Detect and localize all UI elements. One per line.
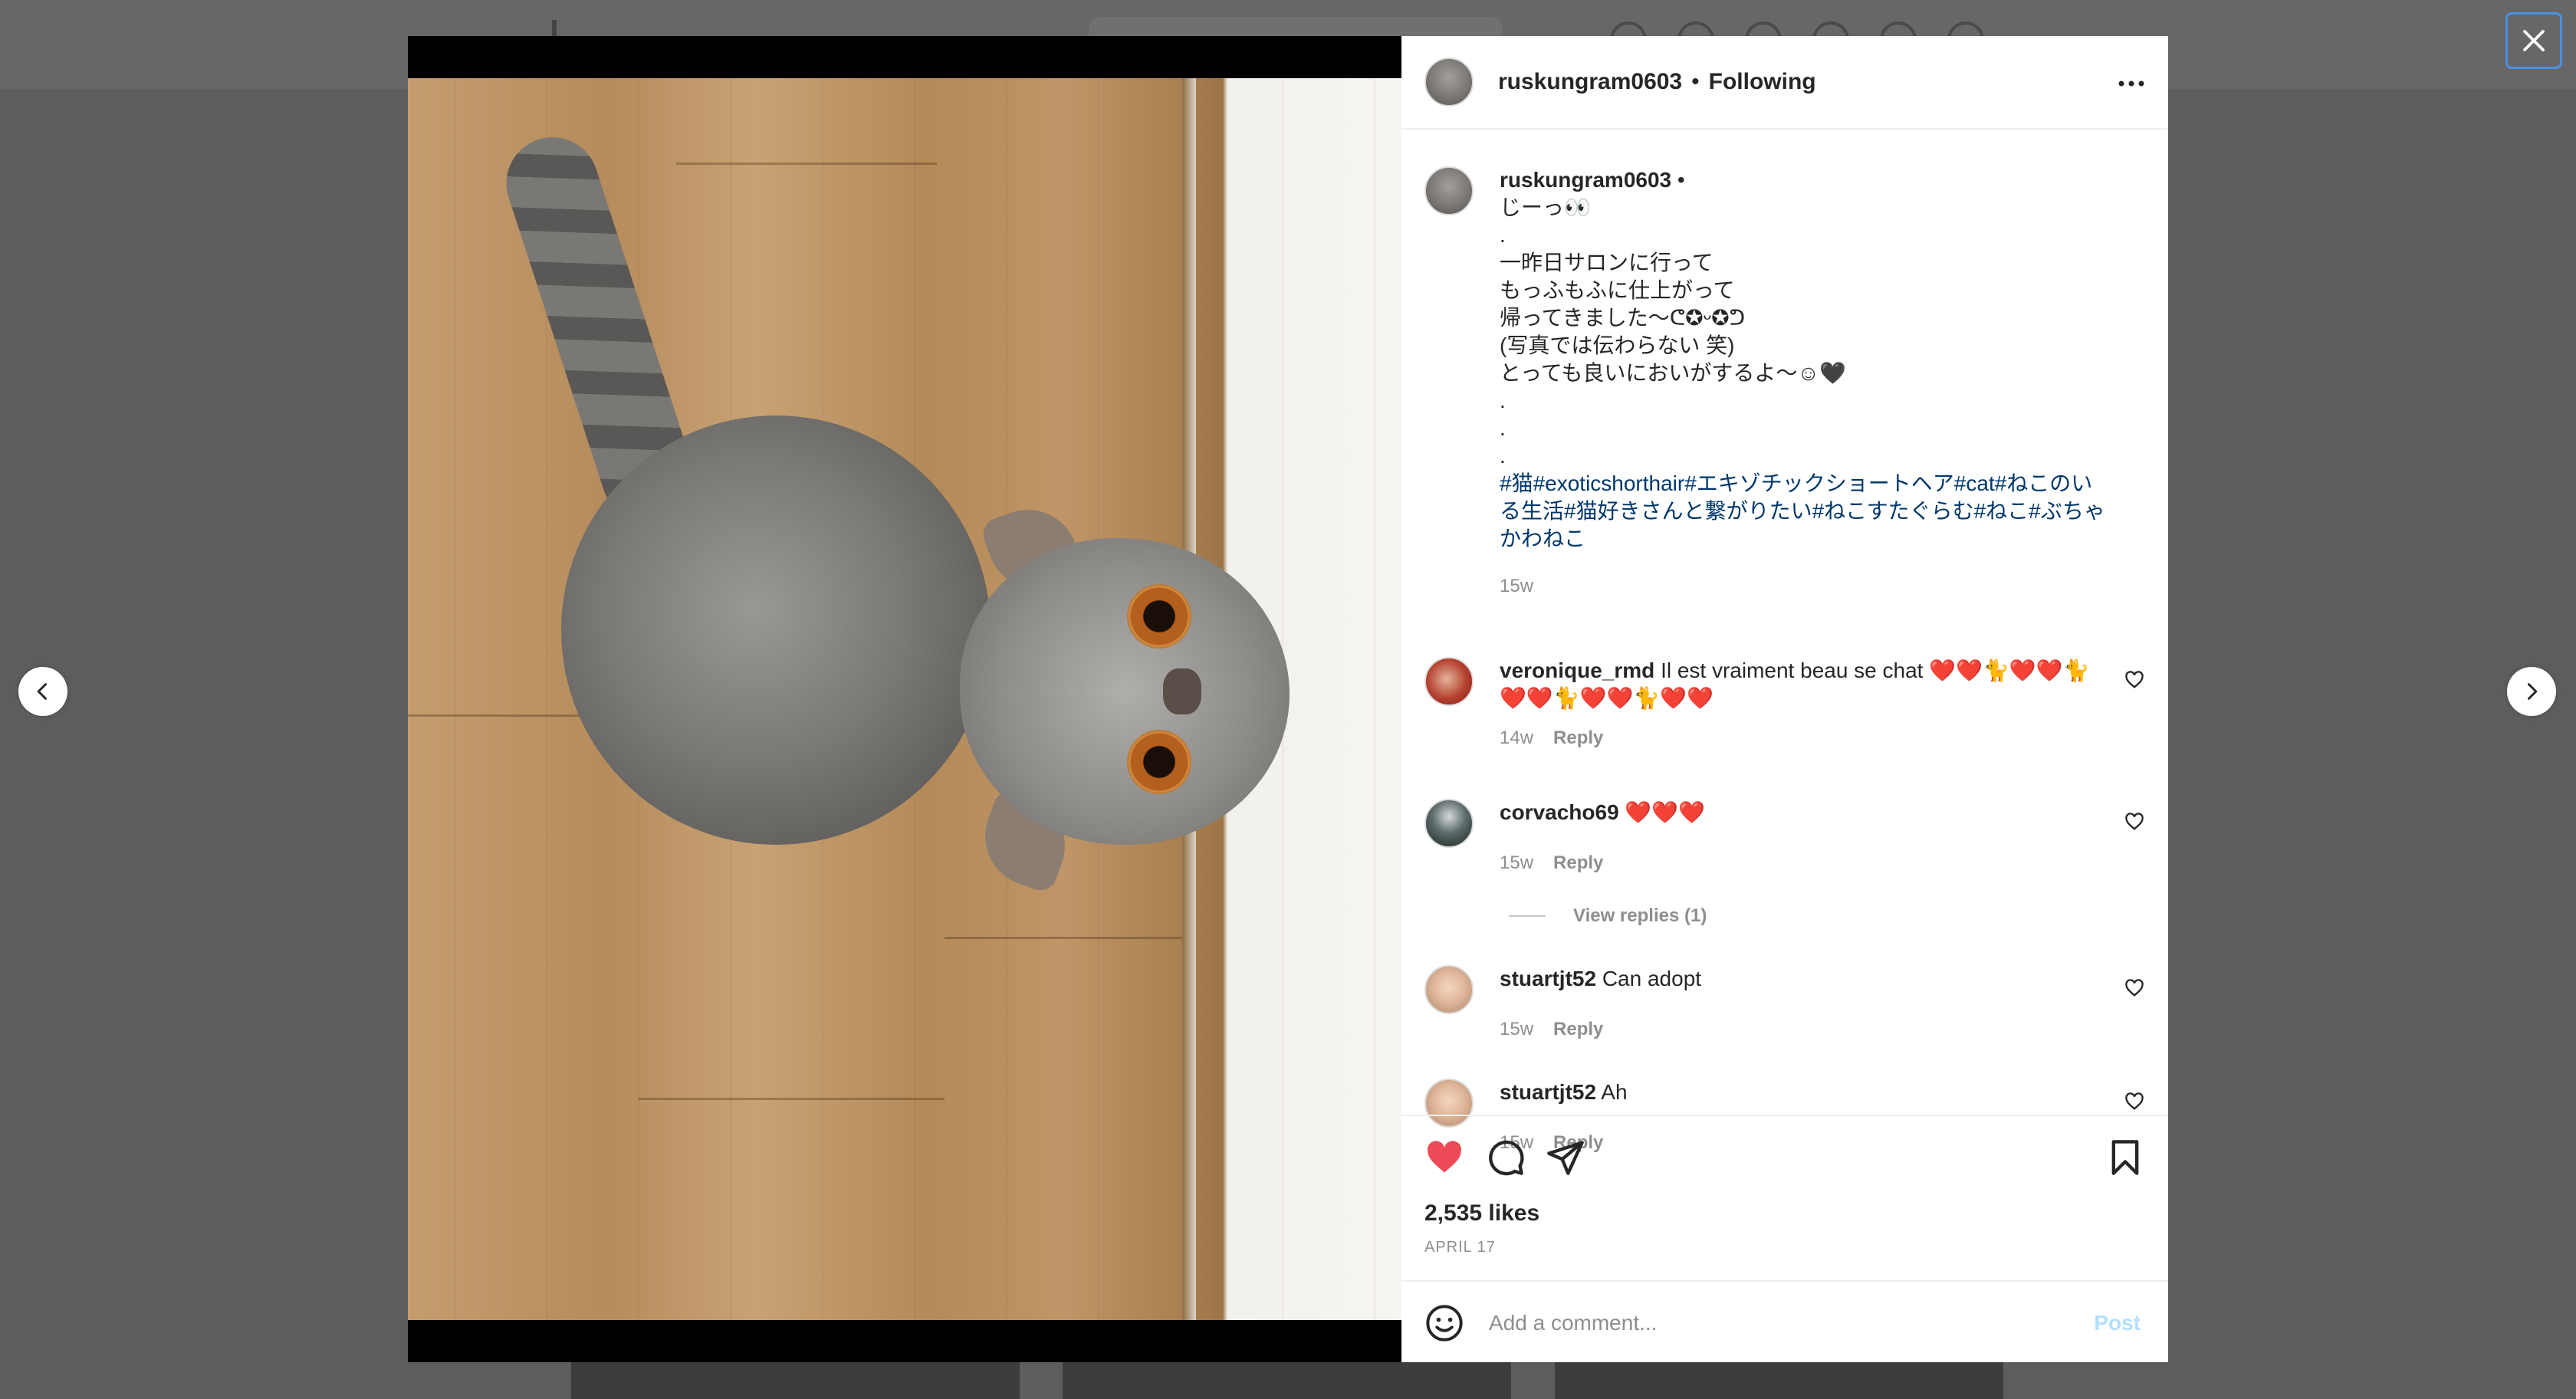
caption-line: .: [1500, 444, 1506, 468]
author-avatar[interactable]: [1424, 57, 1474, 107]
caption-username[interactable]: ruskungram0603: [1500, 168, 1671, 192]
comment-time: 15w: [1500, 852, 1534, 873]
likes-count[interactable]: 2,535 likes: [1424, 1200, 1539, 1227]
emoji-icon[interactable]: [1424, 1303, 1464, 1343]
like-comment-icon[interactable]: [2124, 811, 2145, 833]
share-icon[interactable]: [1546, 1138, 1585, 1177]
commenter-avatar[interactable]: [1424, 657, 1474, 706]
close-button[interactable]: [2505, 12, 2562, 69]
bookmark-icon[interactable]: [2105, 1138, 2145, 1177]
comment-time: 14w: [1500, 727, 1534, 748]
background-thumbnail: [1063, 1361, 1511, 1399]
post-sidebar: ruskungram0603 • Following ruskungram060…: [1401, 36, 2168, 1362]
view-replies-label: View replies (1): [1573, 905, 1707, 926]
commenter-username[interactable]: stuartjt52: [1500, 1080, 1596, 1104]
previous-post-button[interactable]: [18, 667, 67, 716]
like-comment-icon[interactable]: [2124, 669, 2145, 691]
author-username[interactable]: ruskungram0603: [1498, 69, 1682, 95]
commenter-avatar[interactable]: [1424, 965, 1474, 1014]
caption-line: とっても良いにおいがするよ〜☺︎🖤: [1500, 361, 1846, 385]
close-icon: [2523, 30, 2545, 51]
comment-input[interactable]: [1487, 1309, 2027, 1336]
caption-line: もっふもふに仕上がって: [1500, 278, 1735, 302]
caption-hashtags[interactable]: #猫#exoticshorthair#エキゾチックショートヘア#cat#ねこのい…: [1500, 470, 2113, 553]
caption-text: じーっ👀 . 一昨日サロンに行って もっふもふに仕上がって 帰ってきました〜ᕦ✪…: [1500, 194, 2113, 470]
background-thumbnail: [571, 1361, 1020, 1399]
more-icon: [2118, 80, 2144, 87]
view-replies-line: [1509, 915, 1546, 917]
following-button[interactable]: Following: [1709, 69, 1816, 95]
more-options-button[interactable]: [2118, 70, 2145, 97]
comments-list[interactable]: ruskungram0603 • じーっ👀 . 一昨日サロンに行って もっふもふ…: [1401, 128, 2168, 1153]
caption-line: 帰ってきました〜ᕦ✪ᵕ✪ᕤ: [1500, 306, 1746, 330]
caption-line: .: [1500, 223, 1506, 247]
view-replies-button[interactable]: View replies (1): [1509, 905, 1707, 927]
commenter-username[interactable]: stuartjt52: [1500, 967, 1596, 990]
heart-filled-icon[interactable]: [1424, 1138, 1464, 1177]
background-thumbnail: [1555, 1361, 2003, 1399]
commenter-username[interactable]: veronique_rmd: [1500, 658, 1654, 682]
like-comment-icon[interactable]: [2124, 1091, 2145, 1112]
caption-separator: •: [1677, 168, 1685, 192]
add-comment-bar: Post: [1401, 1280, 2168, 1364]
reply-button[interactable]: Reply: [1553, 1019, 1603, 1039]
post-modal: ruskungram0603 • Following ruskungram060…: [408, 36, 2168, 1362]
next-post-button[interactable]: [2507, 667, 2556, 716]
cat-photo: [408, 78, 1401, 1320]
comment-text: Ah: [1601, 1080, 1628, 1104]
caption-line: (写真では伝わらない 笑): [1500, 333, 1735, 357]
caption-time: 15w: [1500, 576, 1534, 596]
caption-line: .: [1500, 416, 1506, 440]
comment-text: Can adopt: [1602, 967, 1702, 990]
caption-line: .: [1500, 389, 1506, 412]
chevron-left-icon: [37, 683, 47, 700]
reply-button[interactable]: Reply: [1553, 852, 1603, 873]
commenter-username[interactable]: corvacho69: [1500, 800, 1619, 824]
post-date: APRIL 17: [1424, 1239, 1496, 1256]
author-avatar[interactable]: [1424, 166, 1474, 215]
comment-icon[interactable]: [1486, 1138, 1526, 1177]
caption-line: じーっ👀: [1500, 195, 1591, 219]
comment-time: 15w: [1500, 1019, 1534, 1039]
like-comment-icon[interactable]: [2124, 977, 2145, 999]
post-actions: 2,535 likes APRIL 17: [1401, 1115, 2168, 1281]
post-header: ruskungram0603 • Following: [1401, 36, 2168, 130]
post-comment-button[interactable]: Post: [2089, 1310, 2145, 1336]
header-separator: •: [1691, 69, 1700, 94]
comment-text: ❤️❤️❤️: [1625, 800, 1706, 824]
reply-button[interactable]: Reply: [1553, 727, 1603, 748]
chevron-right-icon: [2528, 683, 2538, 700]
caption-line: 一昨日サロンに行って: [1500, 251, 1714, 274]
commenter-avatar[interactable]: [1424, 799, 1474, 848]
post-media[interactable]: [408, 36, 1401, 1362]
